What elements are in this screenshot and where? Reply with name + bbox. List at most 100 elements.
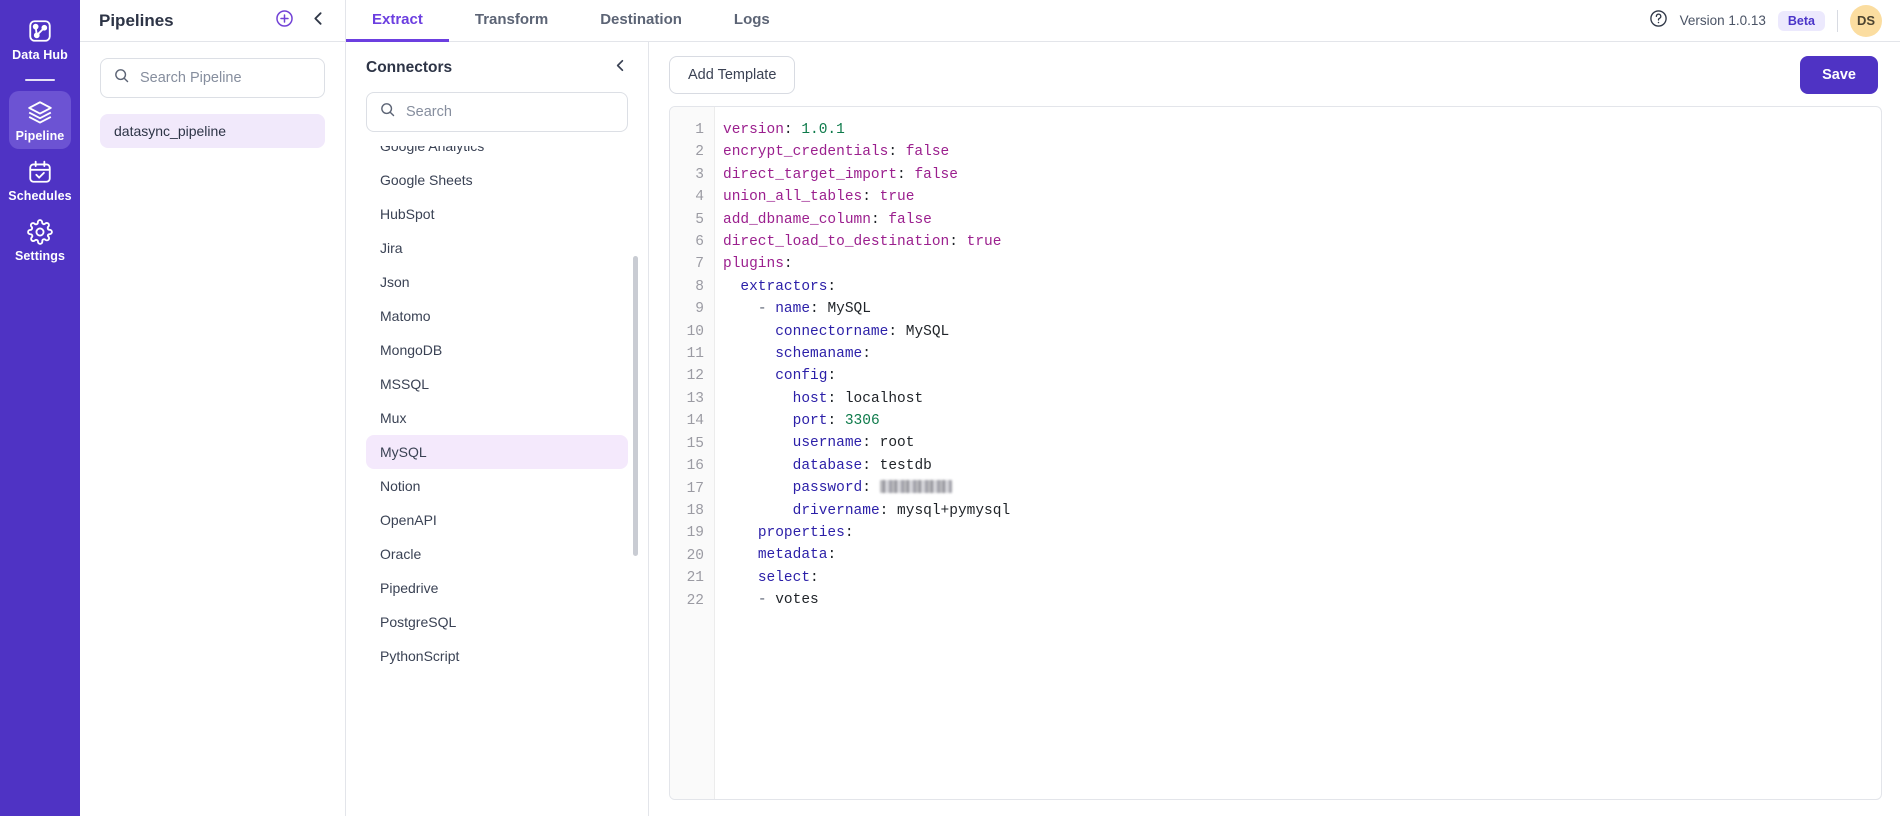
- yaml-line: add_dbname_column: false: [723, 211, 932, 228]
- connectors-search-wrap: [346, 78, 648, 132]
- connector-list-scrollbar[interactable]: [633, 256, 638, 556]
- connector-item-label: Json: [380, 274, 410, 290]
- editor-toolbar: Add Template Save: [649, 42, 1900, 106]
- chevron-left-icon: [613, 58, 628, 78]
- connector-list[interactable]: Google Analytics Google Sheets HubSpot Jira…: [346, 146, 648, 816]
- line-number: 14: [686, 413, 704, 430]
- layers-icon: [27, 99, 53, 125]
- connector-item[interactable]: Google Sheets: [366, 163, 628, 197]
- line-number: 12: [686, 368, 704, 385]
- calendar-check-icon: [27, 159, 53, 185]
- connector-item-label: Jira: [380, 240, 403, 256]
- connector-item-label: Notion: [380, 478, 421, 494]
- nav-item-data-hub[interactable]: Data Hub: [9, 10, 71, 68]
- yaml-line: host: localhost: [792, 390, 924, 407]
- header-right-cluster: Version 1.0.13 Beta DS: [1649, 0, 1900, 41]
- add-template-button[interactable]: Add Template: [669, 56, 796, 94]
- connector-item[interactable]: Jira: [366, 231, 628, 265]
- editor-pane: Add Template Save 1 2 3 4 5 6 7 8 9 10 11 12 13 14 15 1…: [649, 42, 1900, 816]
- top-bar: Extract Transform Destination Logs Versi…: [346, 0, 1900, 42]
- nav-item-label: Pipeline: [15, 129, 65, 143]
- yaml-line: port: 3306: [792, 413, 880, 430]
- connector-item-label: Google Analytics: [380, 146, 485, 154]
- search-connector-input[interactable]: [406, 104, 615, 120]
- connectors-header: Connectors: [346, 42, 648, 78]
- connector-item-label: OpenAPI: [380, 512, 437, 528]
- line-number: 19: [686, 525, 704, 542]
- connector-item[interactable]: PostgreSQL: [366, 605, 628, 639]
- yaml-line: - votes: [757, 592, 819, 609]
- collapse-pipelines-button[interactable]: [310, 10, 327, 32]
- pipelines-body: datasync_pipeline: [80, 42, 345, 148]
- add-pipeline-button[interactable]: [275, 9, 294, 33]
- line-number: 8: [695, 278, 704, 295]
- connector-item[interactable]: MySQL: [366, 435, 628, 469]
- yaml-line: schemaname:: [775, 345, 871, 362]
- connector-item-label: PythonScript: [380, 648, 460, 664]
- connector-search-box[interactable]: [366, 92, 628, 132]
- connector-item[interactable]: Oracle: [366, 537, 628, 571]
- connector-item[interactable]: HubSpot: [366, 197, 628, 231]
- line-number: 13: [686, 390, 704, 407]
- yaml-line: properties:: [757, 525, 854, 542]
- tab-extract[interactable]: Extract: [346, 0, 449, 42]
- connector-item-label: Mux: [380, 410, 407, 426]
- pipeline-search-box[interactable]: [100, 58, 325, 98]
- yaml-line: metadata:: [757, 547, 837, 564]
- connector-item[interactable]: MSSQL: [366, 367, 628, 401]
- tab-logs[interactable]: Logs: [708, 0, 796, 42]
- yaml-line: connectorname: MySQL: [775, 323, 950, 340]
- save-button[interactable]: Save: [1800, 56, 1878, 94]
- data-hub-icon: [27, 18, 53, 44]
- version-label: Version 1.0.13: [1679, 13, 1766, 28]
- tab-label: Extract: [372, 11, 423, 28]
- nav-item-label: Data Hub: [12, 48, 68, 62]
- app-root: Data Hub Pipeline Schedules Settings Pip…: [0, 0, 1900, 816]
- tab-transform[interactable]: Transform: [449, 0, 574, 42]
- connector-item[interactable]: Json: [366, 265, 628, 299]
- connector-item[interactable]: Notion: [366, 469, 628, 503]
- tab-destination[interactable]: Destination: [574, 0, 708, 42]
- line-number: 3: [695, 166, 704, 183]
- chevron-left-icon: [310, 10, 327, 32]
- search-pipeline-input[interactable]: [140, 70, 312, 86]
- yaml-line: direct_target_import: false: [723, 166, 958, 183]
- yaml-line: username: root: [792, 435, 915, 452]
- connector-item[interactable]: PythonScript: [366, 639, 628, 673]
- line-number: 6: [695, 234, 704, 251]
- connector-item[interactable]: OpenAPI: [366, 503, 628, 537]
- line-number: 7: [695, 256, 704, 273]
- yaml-editor[interactable]: 1 2 3 4 5 6 7 8 9 10 11 12 13 14 15 16 17 18 19 20 21 22 vers…: [669, 106, 1882, 800]
- tab-bar: Extract Transform Destination Logs: [346, 0, 796, 42]
- yaml-line: extractors:: [740, 278, 837, 295]
- line-number: 1: [695, 122, 704, 138]
- line-number: 17: [686, 480, 704, 497]
- user-avatar[interactable]: DS: [1850, 4, 1882, 37]
- connectors-panel: Connectors Search Google Analytics Googl…: [346, 42, 649, 816]
- connector-item[interactable]: Pipedrive: [366, 571, 628, 605]
- connector-item-label: Google Sheets: [380, 172, 473, 188]
- connector-item[interactable]: Matomo: [366, 299, 628, 333]
- nav-item-schedules[interactable]: Schedules: [8, 151, 72, 209]
- help-button[interactable]: [1649, 9, 1668, 33]
- connector-item[interactable]: Google Analytics: [366, 146, 628, 163]
- connectors-title: Connectors: [366, 59, 453, 76]
- yaml-line: encrypt_credentials: false: [723, 144, 950, 161]
- main-area: Extract Transform Destination Logs Versi…: [346, 0, 1900, 816]
- yaml-line: config:: [775, 368, 837, 385]
- yaml-line: drivername: mysql+pymysql: [792, 502, 1011, 519]
- connector-item-label: HubSpot: [380, 206, 435, 222]
- nav-item-pipeline[interactable]: Pipeline: [9, 91, 71, 149]
- connector-item-label: Matomo: [380, 308, 431, 324]
- yaml-line: plugins:: [723, 256, 793, 273]
- connector-item[interactable]: MongoDB: [366, 333, 628, 367]
- yaml-code-content[interactable]: version: 1.0.1 encrypt_credentials: false…: [715, 107, 1881, 799]
- connector-item[interactable]: Mux: [366, 401, 628, 435]
- pipelines-header: Pipelines: [80, 0, 345, 42]
- line-number: 10: [686, 323, 704, 340]
- collapse-connectors-button[interactable]: [613, 58, 628, 78]
- pipeline-list-item[interactable]: datasync_pipeline: [100, 114, 325, 148]
- nav-item-settings[interactable]: Settings: [9, 211, 71, 269]
- yaml-line: database: testdb: [792, 457, 932, 474]
- line-number: 21: [686, 570, 704, 587]
